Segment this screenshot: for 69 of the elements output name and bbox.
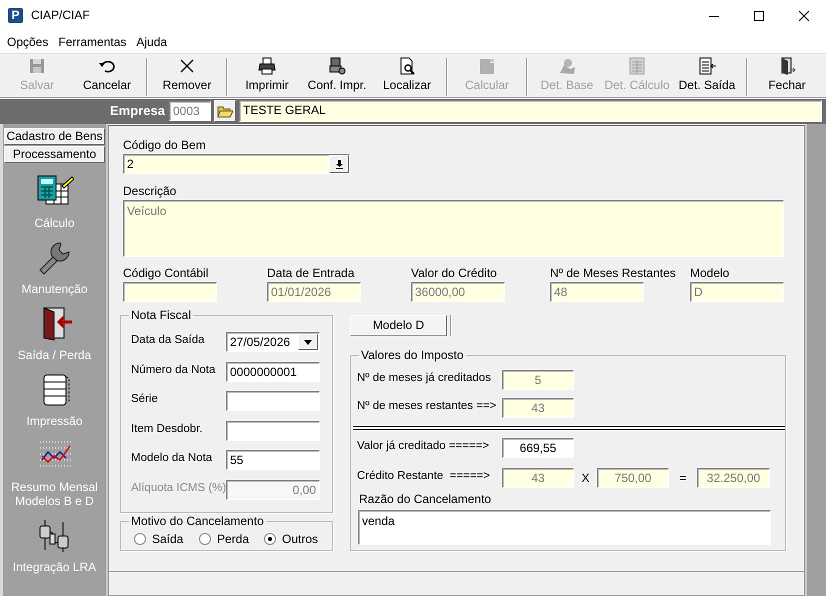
toolbar-button[interactable]: Conf. Impr.	[302, 54, 372, 97]
document-arrow-icon	[698, 57, 716, 76]
toolbar-button[interactable]: Cancelar	[72, 54, 142, 97]
field-label: Modelo da Nota	[131, 452, 214, 466]
dropdown-arrow-icon	[334, 160, 344, 168]
dropdown-arrow-icon	[304, 340, 312, 344]
field-label: Código do Bem	[123, 138, 207, 154]
input-field[interactable]	[226, 420, 320, 441]
input-field[interactable]	[123, 282, 217, 302]
field-label: Crédito Restante =====>	[357, 470, 491, 484]
toolbar-button[interactable]: Imprimir	[232, 54, 302, 97]
calculator-icon	[478, 57, 496, 76]
radio-icon[interactable]	[134, 532, 146, 545]
menu-item[interactable]: Ajuda	[131, 34, 172, 49]
toolbar-button[interactable]: Det. Saída	[672, 54, 742, 97]
field-label: Item Desdobr.	[131, 422, 204, 437]
input-field[interactable]	[226, 391, 320, 412]
toolbar-button[interactable]: Remover	[152, 54, 222, 97]
field-label: Descrição	[123, 184, 178, 200]
shapes-icon	[558, 57, 576, 76]
toolbar-button[interactable]: Fechar	[752, 54, 822, 97]
group-title: Valores do Imposto	[359, 348, 466, 362]
menu-item[interactable]: Ferramentas	[53, 34, 132, 49]
document-search-icon	[398, 57, 416, 76]
spreadsheet-icon	[628, 57, 646, 76]
field-label: Empresa	[110, 103, 166, 120]
field-label: Data da Saída	[131, 334, 206, 348]
input-field[interactable]: 669,55	[502, 438, 574, 458]
field-label: Nº de meses restantes ==>	[357, 400, 498, 414]
input-field[interactable]: 55	[226, 450, 320, 470]
open-button[interactable]	[214, 100, 236, 122]
field-label: Série	[131, 393, 159, 408]
group-title: Nota Fiscal	[129, 308, 194, 322]
folder-icon	[217, 104, 233, 118]
input-field[interactable]: TESTE GERAL	[239, 100, 822, 122]
field-label: Nº de Meses Restantes	[550, 266, 677, 282]
radio-option[interactable]: Perda	[199, 532, 264, 546]
window-title: CIAP/CIAF	[31, 8, 90, 23]
field-label: Nº de meses já creditados	[357, 372, 492, 386]
field-label: Razão do Cancelamento	[359, 492, 492, 508]
printer-icon	[258, 57, 276, 76]
maximize-icon	[754, 10, 764, 20]
sidebar-header[interactable]: Processamento	[4, 146, 105, 163]
input-field[interactable]: venda	[358, 510, 771, 545]
tab[interactable]: Modelo D	[350, 315, 447, 336]
radio-option[interactable]: Saída	[134, 532, 199, 546]
field-label: Código Contábil	[123, 266, 210, 282]
group-title: Motivo do Cancelamento	[129, 514, 266, 528]
app-logo: P	[8, 8, 23, 23]
operator-symbol: =	[678, 470, 688, 486]
radio-icon[interactable]	[264, 532, 276, 545]
menu-item[interactable]: Opções	[2, 34, 54, 49]
input-field[interactable]: 0000000001	[226, 362, 320, 382]
radio-option[interactable]: Outros	[264, 532, 324, 546]
field-label: Valor do Crédito	[411, 266, 498, 282]
toolbar-button[interactable]: Localizar	[372, 54, 442, 97]
field-label: Modelo	[690, 266, 730, 282]
sidebar-header[interactable]: Cadastro de Bens	[4, 128, 105, 145]
date-field[interactable]: 27/05/2026	[226, 332, 320, 352]
radio-icon[interactable]	[199, 532, 211, 545]
field-label: Alíquota ICMS (%)	[131, 482, 226, 496]
printer-gear-icon	[328, 57, 346, 76]
dropdown-field[interactable]: 2	[123, 154, 350, 174]
operator-symbol: X	[580, 470, 590, 486]
input-field[interactable]: 0003	[169, 101, 211, 122]
field-label: Data de Entrada	[267, 266, 356, 282]
close-icon	[798, 10, 808, 20]
field-label: Valor já creditado =====>	[357, 440, 490, 454]
field-label: Número da Nota	[131, 364, 216, 378]
